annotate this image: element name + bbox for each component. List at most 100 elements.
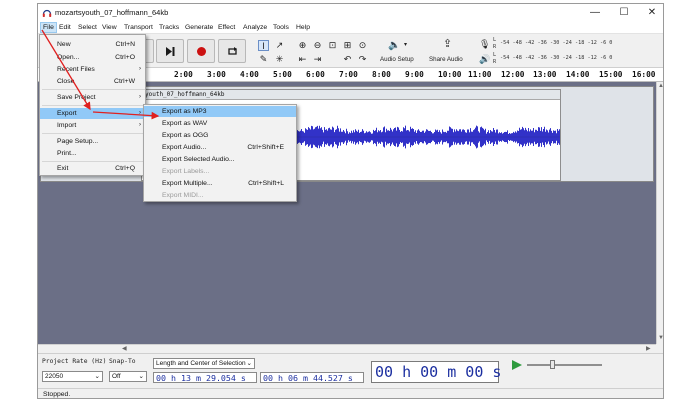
menu-edit[interactable]: Edit <box>57 23 73 32</box>
zoom-out-icon[interactable]: ⊖ <box>312 40 323 51</box>
ruler-tick: 13:00 <box>533 70 557 79</box>
file-menu-import[interactable]: Import › <box>40 120 145 131</box>
menu-select[interactable]: Select <box>76 23 99 32</box>
file-menu-open[interactable]: Open... Ctrl+O <box>40 52 145 63</box>
play-at-speed-icon[interactable] <box>511 359 523 371</box>
menu-transport[interactable]: Transport <box>122 23 155 32</box>
share-icon[interactable]: ⇪ <box>442 39 453 50</box>
menu-item-label: Export as OGG <box>162 132 209 139</box>
maximize-button[interactable]: ☐ <box>610 4 638 22</box>
record-icon <box>197 47 206 56</box>
play-meter-left-letter: L <box>493 52 497 58</box>
fit-selection-icon[interactable]: ⊡ <box>327 40 338 51</box>
redo-icon[interactable]: ↷ <box>357 54 368 65</box>
scroll-down-icon[interactable]: ▼ <box>658 335 663 341</box>
fit-project-icon[interactable]: ⊞ <box>342 40 353 51</box>
file-menu-exit[interactable]: Exit Ctrl+Q <box>40 163 145 174</box>
menu-tracks[interactable]: Tracks <box>157 23 181 32</box>
horizontal-scrollbar[interactable]: ◀ ▶ <box>38 344 656 353</box>
export-audio[interactable]: Export Audio... Ctrl+Shift+E <box>144 142 296 153</box>
microphone-icon[interactable]: 🎙 <box>479 39 490 50</box>
menu-item-shortcut: Ctrl+Shift+L <box>248 180 284 187</box>
trim-icon[interactable]: ⇤ <box>297 54 308 65</box>
menu-help[interactable]: Help <box>294 23 312 32</box>
ruler-tick: 8:00 <box>372 70 391 79</box>
selection-end-field[interactable]: 00 h 06 m 44.527 s <box>260 372 364 383</box>
file-menu-page-setup[interactable]: Page Setup... <box>40 136 145 147</box>
export-as-mp3[interactable]: Export as MP3 <box>144 106 296 117</box>
audio-position-display[interactable]: 00 h 00 m 00 s <box>371 361 502 383</box>
audio-position-value: 00 h 00 m 00 s <box>375 363 502 381</box>
menu-item-label: Export Labels... <box>162 168 210 175</box>
playback-speaker-icon[interactable]: 🔊 <box>479 54 490 65</box>
ruler-tick: 7:00 <box>339 70 358 79</box>
menu-view[interactable]: View <box>100 23 119 32</box>
file-menu-new[interactable]: New Ctrl+N <box>40 39 145 50</box>
ruler-tick: 5:00 <box>273 70 292 79</box>
ruler-tick: 9:00 <box>405 70 424 79</box>
menu-item-shortcut: Ctrl+O <box>115 54 135 61</box>
file-menu-export[interactable]: Export › <box>40 108 145 119</box>
ruler-tick: 2:00 <box>174 70 193 79</box>
file-menu-recent-files[interactable]: Recent Files › <box>40 64 145 75</box>
file-menu-save-project[interactable]: Save Project › <box>40 92 145 103</box>
menu-analyze[interactable]: Analyze <box>241 23 269 32</box>
selection-mode-select[interactable]: Length and Center of Selection ⌄ <box>153 358 255 369</box>
file-menu-print[interactable]: Print... <box>40 148 145 159</box>
ruler-tick: 16:00 <box>632 70 656 79</box>
window-title: mozartsyouth_07_hoffmann_64kb <box>55 8 169 17</box>
project-rate-label: Project Rate (Hz) <box>42 358 107 365</box>
menu-file[interactable]: File <box>40 22 57 33</box>
export-selected-audio[interactable]: Export Selected Audio... <box>144 154 296 165</box>
vertical-scrollbar[interactable]: ▲ ▼ <box>656 82 663 344</box>
undo-icon[interactable]: ↶ <box>342 54 353 65</box>
audio-setup-label[interactable]: Audio Setup <box>380 56 414 63</box>
status-text: Stopped. <box>43 391 71 398</box>
menu-generate[interactable]: Generate <box>183 23 215 32</box>
menu-tools[interactable]: Tools <box>271 23 291 32</box>
play-speed-slider-handle[interactable] <box>550 360 555 369</box>
play-speed-slider[interactable] <box>527 364 602 366</box>
export-as-wav[interactable]: Export as WAV <box>144 118 296 129</box>
clip-name[interactable]: youth_07_hoffmann_64kb <box>142 90 560 100</box>
close-button[interactable]: ✕ <box>638 4 663 22</box>
menu-item-label: Close <box>57 78 75 85</box>
selection-start-field[interactable]: 00 h 13 m 29.054 s <box>153 372 257 383</box>
silence-icon[interactable]: ⇥ <box>312 54 323 65</box>
record-meter-scale[interactable]: -54 -48 -42 -36 -30 -24 -18 -12 -6 0 <box>500 40 612 46</box>
file-menu-close[interactable]: Close Ctrl+W <box>40 76 145 87</box>
record-meter-right-letter: R <box>493 44 497 50</box>
share-audio-label[interactable]: Share Audio <box>429 56 463 63</box>
chevron-down-icon[interactable]: ▾ <box>400 40 411 51</box>
loop-button[interactable] <box>218 39 246 63</box>
scroll-up-icon[interactable]: ▲ <box>658 83 663 89</box>
speaker-icon[interactable]: 🔈 <box>388 40 400 51</box>
export-midi: Export MIDI... <box>144 190 296 201</box>
minimize-button[interactable]: — <box>581 4 609 22</box>
menu-bar: File Edit Select View Transport Tracks G… <box>38 22 663 34</box>
snap-to-select[interactable]: Off ⌄ <box>109 371 147 382</box>
skip-to-end-button[interactable] <box>156 39 184 63</box>
zoom-toggle-icon[interactable]: ⊙ <box>357 40 368 51</box>
envelope-tool-icon[interactable]: ↗ <box>274 40 285 51</box>
record-button[interactable] <box>187 39 215 63</box>
zoom-in-icon[interactable]: ⊕ <box>297 40 308 51</box>
menu-item-label: Export Selected Audio... <box>162 156 235 163</box>
export-as-ogg[interactable]: Export as OGG <box>144 130 296 141</box>
chevron-right-icon: › <box>139 122 141 128</box>
scroll-right-icon[interactable]: ▶ <box>646 345 651 352</box>
project-rate-select[interactable]: 22050 ⌄ <box>42 371 103 382</box>
audacity-window: mozartsyouth_07_hoffmann_64kb — ☐ ✕ File… <box>37 3 664 399</box>
menu-item-label: Import <box>57 122 77 129</box>
selection-end-value: 00 h 06 m 44.527 s <box>263 373 353 383</box>
multi-tool-icon[interactable]: ✳ <box>274 54 285 65</box>
scroll-left-icon[interactable]: ◀ <box>122 345 127 352</box>
selection-tool-icon[interactable]: I <box>258 40 269 51</box>
menu-item-label: Save Project <box>57 94 96 101</box>
draw-tool-icon[interactable]: ✎ <box>258 54 269 65</box>
chevron-down-icon: ⌄ <box>94 373 100 380</box>
play-meter-scale[interactable]: -54 -48 -42 -36 -30 -24 -18 -12 -6 0 <box>500 55 612 61</box>
menu-effect[interactable]: Effect <box>216 23 237 32</box>
export-multiple[interactable]: Export Multiple... Ctrl+Shift+L <box>144 178 296 189</box>
selection-start-value: 00 h 13 m 29.054 s <box>156 373 246 383</box>
